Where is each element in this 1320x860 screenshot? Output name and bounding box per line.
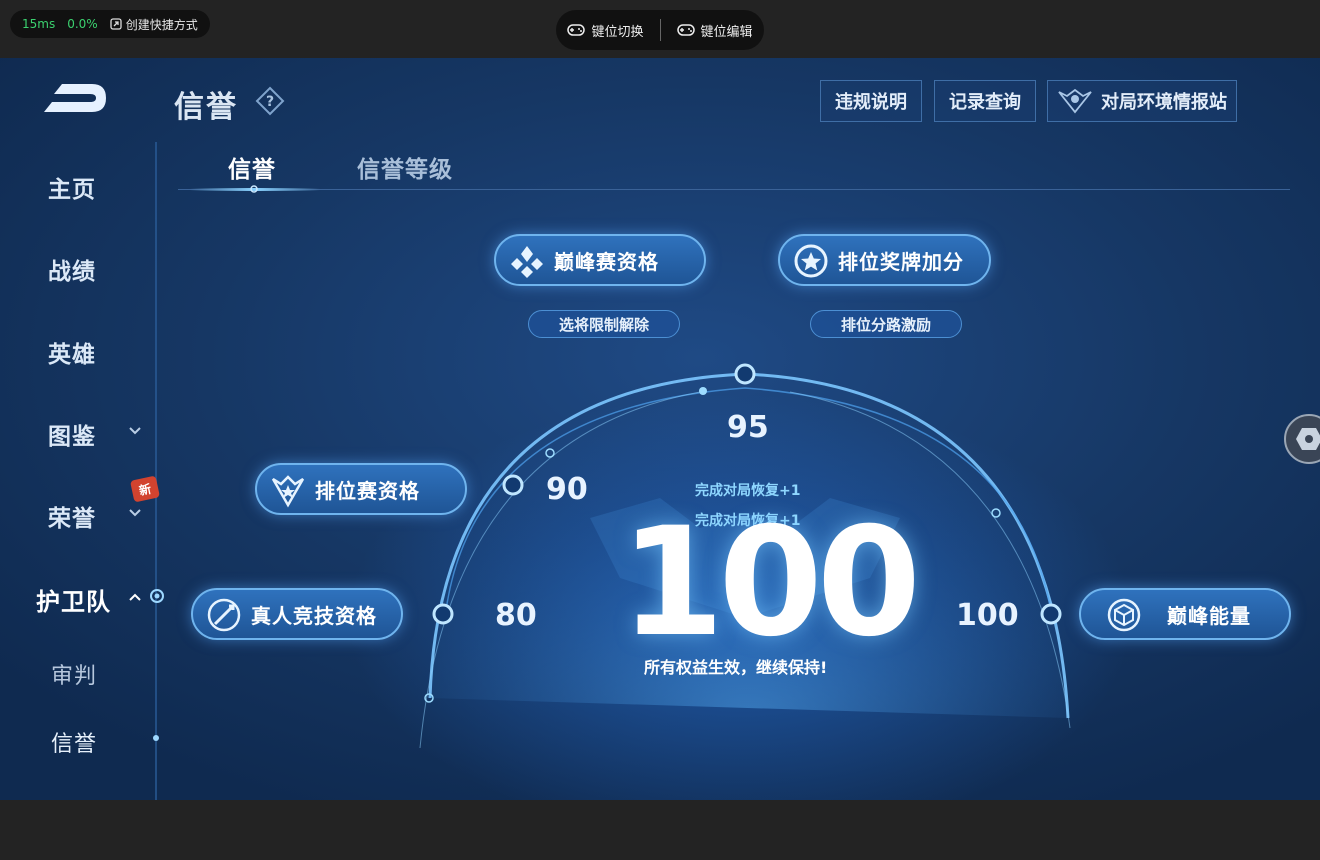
sidebar-item-judge[interactable]: 审判 [51, 658, 97, 690]
violation-info-button[interactable]: 违规说明 [820, 80, 922, 122]
status-pill: 15ms 0.0% 创建快捷方式 [10, 10, 210, 38]
tab-credit[interactable]: 信誉 [228, 150, 276, 184]
active-indicator-icon [150, 589, 164, 603]
key-edit-label: 键位编辑 [700, 24, 753, 40]
sidebar-item-catalog[interactable]: 图鉴 [48, 417, 96, 451]
environment-station-label: 对局环境情报站 [1101, 92, 1227, 113]
gauge-mark-95: 95 [727, 410, 769, 445]
ranked-qualification-label: 排位赛资格 [315, 478, 420, 503]
peak-energy-button[interactable]: 巅峰能量 [1079, 588, 1291, 640]
peak-qualification-label: 巅峰赛资格 [554, 249, 659, 274]
gauge-mark-90: 90 [546, 472, 588, 507]
tab-indicator-icon [250, 185, 258, 193]
gamepad-icon [567, 24, 586, 36]
sidebar-item-record[interactable]: 战绩 [48, 252, 96, 286]
hexagon-icon [1296, 428, 1320, 450]
ranked-qualification-button[interactable]: 排位赛资格 [255, 463, 467, 515]
rank-medal-button[interactable]: 排位奖牌加分 [778, 234, 991, 286]
tab-divider [178, 189, 1290, 190]
svg-text:?: ? [266, 94, 274, 110]
back-logo-icon[interactable] [40, 80, 110, 116]
loss-text: 0.0% [67, 17, 98, 31]
help-icon[interactable]: ? [255, 86, 285, 116]
gauge-mark-80: 80 [495, 598, 537, 633]
peak-qualification-button[interactable]: 巅峰赛资格 [494, 234, 706, 286]
sidebar-item-hero[interactable]: 英雄 [48, 335, 96, 369]
gauge-arc [419, 363, 1071, 749]
latency-text: 15ms [22, 17, 56, 31]
gauge-mark-100: 100 [956, 598, 1019, 633]
chevron-down-icon[interactable] [128, 506, 142, 520]
diamond-cluster-icon [511, 246, 543, 278]
sword-badge-icon [207, 598, 241, 632]
sidebar-item-home[interactable]: 主页 [48, 170, 96, 204]
chevron-up-icon[interactable] [128, 590, 142, 604]
sidebar-item-guard[interactable]: 护卫队 [36, 582, 111, 617]
record-query-button[interactable]: 记录查询 [934, 80, 1036, 122]
key-switch-button[interactable]: 键位切换 [567, 21, 644, 40]
create-shortcut-button[interactable]: 创建快捷方式 [110, 16, 198, 33]
key-edit-button[interactable]: 键位编辑 [676, 21, 753, 40]
peak-qualification-sub: 选将限制解除 [528, 310, 680, 338]
gamepad-icon [676, 24, 695, 36]
shield-wing-icon [271, 475, 305, 508]
human-qualification-label: 真人竞技资格 [251, 603, 377, 628]
shortcut-icon [110, 18, 122, 30]
sidebar-item-honor[interactable]: 荣誉 [48, 499, 96, 533]
cube-energy-icon [1107, 598, 1141, 632]
chevron-down-icon[interactable] [128, 424, 142, 438]
key-switch-label: 键位切换 [591, 24, 644, 40]
tab-credit-level[interactable]: 信誉等级 [357, 150, 453, 184]
status-text: 所有权益生效，继续保持! [644, 658, 828, 677]
toolbar-divider [659, 19, 661, 41]
game-viewport: 主页 战绩 英雄 图鉴 荣誉 新 护卫队 审判 信誉 信誉 ? 违规说明 记录查… [0, 58, 1320, 800]
emblem-icon [1058, 88, 1092, 114]
sidebar-item-credit[interactable]: 信誉 [51, 726, 97, 758]
sidebar-divider [155, 142, 157, 800]
human-qualification-button[interactable]: 真人竞技资格 [191, 588, 403, 640]
rank-medal-label: 排位奖牌加分 [838, 249, 964, 274]
peak-energy-label: 巅峰能量 [1167, 603, 1251, 628]
rank-medal-sub: 排位分路激励 [810, 310, 962, 338]
dot-indicator-icon [153, 735, 159, 741]
credit-score: 100 [620, 496, 921, 670]
environment-station-button[interactable]: 对局环境情报站 [1047, 80, 1237, 122]
star-medal-icon [794, 244, 828, 278]
create-shortcut-label: 创建快捷方式 [125, 17, 198, 32]
key-toolbar: 键位切换 键位编辑 [556, 10, 764, 50]
page-title: 信誉 [174, 90, 238, 125]
